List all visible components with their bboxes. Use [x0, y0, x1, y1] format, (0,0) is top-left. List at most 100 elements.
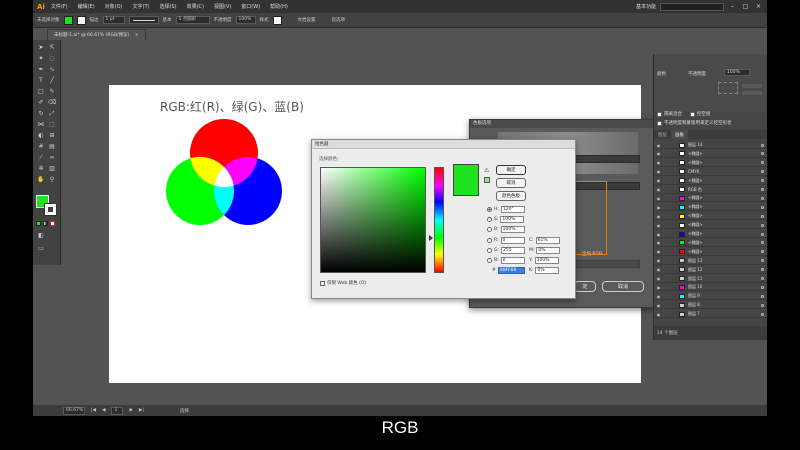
b-radio[interactable]: [487, 227, 492, 232]
b-field[interactable]: 100%: [500, 226, 525, 233]
stroke-weight-field[interactable]: 1 pt: [102, 16, 125, 24]
opacity-field[interactable]: 100%: [235, 16, 256, 24]
layer-row[interactable]: ◉ 图层 13: [654, 258, 767, 265]
target-circle-icon[interactable]: [761, 214, 764, 218]
out-of-gamut-icon[interactable]: ⚠: [484, 167, 489, 174]
workspace-switcher[interactable]: 基本功能: [636, 3, 656, 10]
target-circle-icon[interactable]: [761, 303, 764, 307]
points-dropdown[interactable]: 5 点圆形: [175, 16, 210, 24]
target-circle-icon[interactable]: [761, 250, 764, 254]
visibility-eye-icon[interactable]: ◉: [654, 312, 663, 317]
minimize-icon[interactable]: –: [728, 2, 737, 11]
k-field[interactable]: 0%: [535, 267, 560, 274]
c-field[interactable]: 61%: [535, 237, 560, 244]
page-field[interactable]: 1: [111, 406, 124, 415]
rgb-venn-diagram[interactable]: [164, 117, 284, 229]
graph-tool-icon[interactable]: ▥: [48, 165, 56, 173]
r-radio[interactable]: [487, 238, 492, 243]
target-circle-icon[interactable]: [761, 161, 764, 165]
layer-row[interactable]: ◉ 图层 14: [654, 142, 767, 149]
width-tool-icon[interactable]: ⋈: [37, 121, 45, 129]
lasso-icon[interactable]: ◌: [48, 55, 56, 63]
target-circle-icon[interactable]: [761, 188, 764, 191]
target-circle-icon[interactable]: [761, 285, 764, 289]
bl-field[interactable]: 0: [500, 257, 525, 264]
target-circle-icon[interactable]: [761, 179, 764, 183]
mask-thumb[interactable]: [718, 82, 738, 94]
menu-window[interactable]: 窗口(W): [241, 3, 260, 10]
g-radio[interactable]: [487, 248, 492, 253]
visibility-eye-icon[interactable]: ◉: [654, 205, 663, 210]
layer-row[interactable]: ◉ <椭圆>: [654, 160, 767, 167]
document-setup-button[interactable]: 文档设置: [298, 17, 316, 23]
only-web-checkbox[interactable]: [320, 280, 325, 286]
stroke-color-swatch[interactable]: [76, 15, 86, 25]
g-field[interactable]: 255: [501, 247, 526, 254]
visibility-eye-icon[interactable]: ◉: [654, 196, 663, 201]
knockout-group-checkbox[interactable]: [690, 111, 695, 117]
curvature-tool-icon[interactable]: ∿: [48, 66, 56, 74]
color-swatches-button[interactable]: 颜色色板: [496, 191, 526, 201]
style-swatch[interactable]: [272, 15, 282, 25]
visibility-eye-icon[interactable]: ◉: [654, 214, 663, 219]
visibility-eye-icon[interactable]: ◉: [654, 169, 663, 174]
line-tool-icon[interactable]: ╱: [48, 77, 56, 85]
layer-row[interactable]: ◉ RGB 色: [654, 187, 767, 194]
selection-tool-icon[interactable]: ➤: [37, 44, 45, 52]
opacity-mask-checkbox[interactable]: [657, 120, 662, 126]
layer-row[interactable]: ◉ 图层 8: [654, 302, 767, 310]
bl-radio[interactable]: [487, 258, 492, 263]
layer-row[interactable]: ◉ <椭圆>: [654, 249, 767, 256]
layer-row[interactable]: ◉ <椭圆>: [654, 222, 767, 230]
target-circle-icon[interactable]: [761, 205, 764, 209]
r-field[interactable]: 0: [500, 237, 525, 244]
pen-tool-icon[interactable]: ✒: [37, 66, 45, 74]
visibility-eye-icon[interactable]: ◉: [654, 178, 663, 183]
target-circle-icon[interactable]: [761, 170, 764, 174]
direct-selection-tool-icon[interactable]: ⇱: [48, 44, 56, 52]
visibility-eye-icon[interactable]: ◉: [654, 151, 663, 156]
eraser-icon[interactable]: ⌫: [48, 99, 56, 107]
layer-row[interactable]: ◉ 图层 11: [654, 276, 767, 283]
h-field[interactable]: 120°: [500, 206, 525, 213]
layer-row[interactable]: ◉ <椭圆>: [654, 213, 767, 221]
opacity-label[interactable]: 不透明度: [214, 17, 232, 23]
menu-type[interactable]: 文字(T): [133, 3, 150, 10]
rotate-tool-icon[interactable]: ↻: [37, 110, 45, 118]
stroke-swatch[interactable]: [44, 203, 57, 216]
paintbrush-icon[interactable]: ✎: [48, 88, 56, 96]
visibility-eye-icon[interactable]: ◉: [654, 294, 663, 299]
y-field[interactable]: 100%: [534, 257, 559, 264]
target-circle-icon[interactable]: [761, 277, 764, 280]
type-tool-icon[interactable]: T: [37, 77, 45, 85]
color-mode-icon[interactable]: [36, 221, 41, 226]
menu-select[interactable]: 选择(S): [159, 3, 176, 10]
ok-button[interactable]: 确定: [496, 165, 526, 175]
maximize-icon[interactable]: □: [741, 2, 750, 11]
last-page-icon[interactable]: ▶|: [139, 408, 144, 413]
preferences-button[interactable]: 首选项: [332, 17, 346, 23]
target-circle-icon[interactable]: [761, 241, 764, 245]
layer-row[interactable]: ◉ <椭圆>: [654, 231, 767, 238]
next-page-icon[interactable]: ▶: [129, 408, 132, 413]
visibility-eye-icon[interactable]: ◉: [654, 143, 663, 148]
zoom-field[interactable]: 66.67%: [63, 406, 85, 415]
menu-file[interactable]: 文件(F): [51, 3, 68, 10]
layer-row[interactable]: ◉ <椭圆>: [654, 240, 767, 247]
layer-row[interactable]: ◉ 图层 10: [654, 284, 767, 292]
layer-row[interactable]: ◉ <椭圆>: [654, 151, 767, 158]
visibility-eye-icon[interactable]: ◉: [654, 232, 663, 237]
target-circle-icon[interactable]: [761, 312, 764, 316]
layer-row[interactable]: ◉ <椭圆>: [654, 195, 767, 203]
s-field[interactable]: 100%: [500, 216, 525, 223]
menu-view[interactable]: 视图(V): [214, 3, 231, 10]
screen-mode-icon[interactable]: ▭: [37, 245, 45, 253]
document-tab[interactable]: 未标题-1.ai* @ 66.67% (RGB/预览) ×: [47, 29, 146, 40]
cancel-button[interactable]: 取消: [496, 178, 526, 188]
h-radio[interactable]: [487, 207, 492, 212]
target-circle-icon[interactable]: [761, 259, 764, 263]
prev-page-icon[interactable]: ◀: [102, 408, 105, 413]
first-page-icon[interactable]: |◀: [91, 408, 96, 413]
visibility-eye-icon[interactable]: ◉: [654, 240, 663, 245]
target-circle-icon[interactable]: [761, 268, 764, 272]
